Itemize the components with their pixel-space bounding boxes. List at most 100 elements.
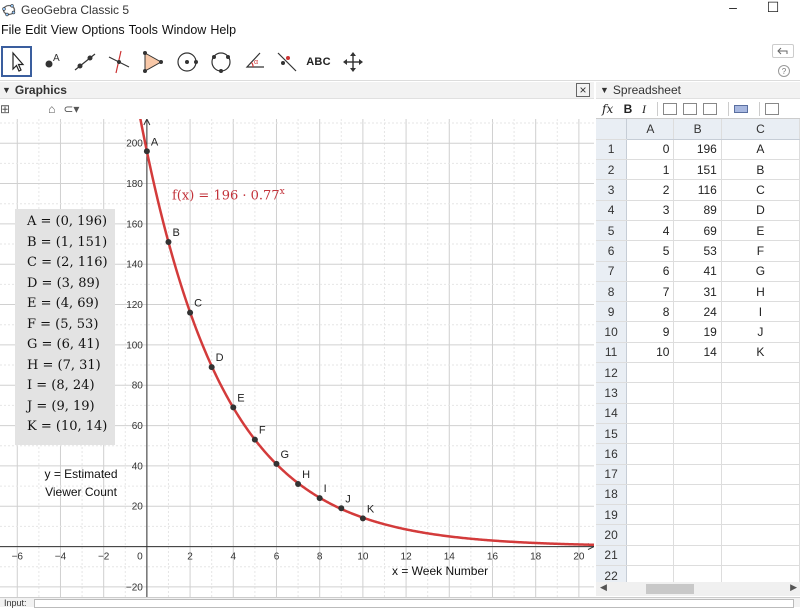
cell-B[interactable]	[673, 565, 722, 582]
cell-A[interactable]: 2	[626, 179, 675, 201]
row-header[interactable]: 8	[596, 281, 628, 303]
cell-C[interactable]	[721, 443, 800, 465]
cell-B[interactable]	[673, 382, 722, 404]
cell-C[interactable]: C	[721, 179, 800, 201]
undo-button[interactable]	[772, 44, 794, 58]
line-tool[interactable]	[69, 46, 100, 77]
cell-A[interactable]: 0	[626, 139, 675, 161]
row-header[interactable]: 19	[596, 504, 628, 526]
x-axis-label[interactable]: x = Week Number	[392, 564, 488, 578]
row-header[interactable]: 7	[596, 261, 628, 282]
menu-options[interactable]: Options	[81, 23, 128, 37]
point-A[interactable]	[143, 148, 150, 155]
maximize-button[interactable]: ☐	[766, 0, 780, 14]
row-header[interactable]: 2	[596, 159, 628, 181]
cell-C[interactable]: I	[721, 301, 800, 323]
cell-B[interactable]: 151	[673, 159, 722, 181]
cell-A[interactable]	[626, 464, 675, 485]
cell-A[interactable]	[626, 403, 675, 424]
cell-B[interactable]	[673, 464, 722, 485]
cell-B[interactable]: 89	[673, 200, 722, 221]
perpendicular-tool[interactable]	[103, 46, 134, 77]
point-J[interactable]	[338, 505, 345, 512]
cell-C[interactable]: J	[721, 321, 800, 343]
cell-B[interactable]: 24	[673, 301, 722, 323]
menu-tools[interactable]: Tools	[128, 23, 161, 37]
cell-B[interactable]	[673, 545, 722, 567]
cell-A[interactable]: 9	[626, 321, 675, 343]
circle-tool[interactable]	[171, 46, 202, 77]
cell-A[interactable]	[626, 524, 675, 546]
row-header[interactable]: 20	[596, 524, 628, 546]
row-header[interactable]: 15	[596, 423, 628, 445]
row-header[interactable]: 3	[596, 179, 628, 201]
cell-A[interactable]	[626, 484, 675, 506]
column-header-C[interactable]: C	[721, 119, 800, 140]
cell-C[interactable]	[721, 423, 800, 445]
cell-A[interactable]	[626, 565, 675, 582]
cell-C[interactable]: H	[721, 281, 800, 303]
cell-B[interactable]	[673, 362, 722, 384]
axes-toggle-icon[interactable]: ⊞	[0, 102, 10, 116]
menu-window[interactable]: Window	[161, 23, 209, 37]
cell-B[interactable]	[673, 484, 722, 506]
collapse-triangle-icon[interactable]: ▼	[2, 85, 11, 95]
point-I[interactable]	[316, 495, 323, 502]
cell-A[interactable]: 4	[626, 220, 675, 242]
cell-C[interactable]	[721, 403, 800, 424]
cell-B[interactable]	[673, 403, 722, 424]
scrollbar-thumb[interactable]	[646, 584, 694, 594]
minimize-button[interactable]: –	[726, 0, 740, 14]
point-G[interactable]	[273, 460, 280, 467]
cell-B[interactable]: 196	[673, 139, 722, 161]
cell-A[interactable]: 5	[626, 240, 675, 262]
spreadsheet-hscrollbar[interactable]: ◀ ▶	[596, 582, 800, 596]
cell-A[interactable]: 8	[626, 301, 675, 323]
fx-button[interactable]: fx	[602, 102, 620, 116]
point-tool[interactable]: A	[35, 46, 66, 77]
cell-B[interactable]: 14	[673, 342, 722, 364]
row-header[interactable]: 10	[596, 321, 628, 343]
point-F[interactable]	[251, 436, 258, 443]
collapse-triangle-icon[interactable]: ▼	[600, 85, 609, 95]
cell-C[interactable]: E	[721, 220, 800, 242]
align-left-icon[interactable]	[663, 103, 677, 115]
cell-C[interactable]: G	[721, 261, 800, 282]
cell-A[interactable]: 10	[626, 342, 675, 364]
row-header[interactable]: 22	[596, 565, 628, 582]
cell-C[interactable]: K	[721, 342, 800, 364]
cell-C[interactable]: B	[721, 159, 800, 181]
point-D[interactable]	[208, 364, 215, 371]
point-H[interactable]	[295, 481, 302, 488]
cell-A[interactable]	[626, 545, 675, 567]
cell-C[interactable]	[721, 504, 800, 526]
menu-view[interactable]: View	[50, 23, 81, 37]
point-E[interactable]	[230, 404, 237, 411]
cell-A[interactable]: 6	[626, 261, 675, 282]
row-header[interactable]: 13	[596, 382, 628, 404]
row-header[interactable]: 21	[596, 545, 628, 567]
row-header[interactable]: 18	[596, 484, 628, 506]
menu-edit[interactable]: Edit	[24, 23, 50, 37]
background-color-icon[interactable]	[734, 105, 748, 113]
cell-C[interactable]	[721, 484, 800, 506]
scroll-right-icon[interactable]: ▶	[790, 582, 797, 593]
row-header[interactable]: 1	[596, 139, 628, 161]
scroll-left-icon[interactable]: ◀	[600, 582, 607, 593]
cell-A[interactable]	[626, 362, 675, 384]
bold-button[interactable]: B	[620, 102, 636, 116]
cell-A[interactable]	[626, 382, 675, 404]
help-button[interactable]: ?	[778, 65, 790, 77]
border-icon[interactable]	[765, 103, 779, 115]
point-C[interactable]	[187, 309, 194, 316]
cell-B[interactable]: 31	[673, 281, 722, 303]
close-graphics-button[interactable]: ×	[576, 83, 590, 97]
cell-A[interactable]: 7	[626, 281, 675, 303]
menu-help[interactable]: Help	[209, 23, 239, 37]
align-right-icon[interactable]	[703, 103, 717, 115]
cell-A[interactable]: 1	[626, 159, 675, 181]
cell-C[interactable]	[721, 524, 800, 546]
circle-three-points-tool[interactable]	[205, 46, 236, 77]
cell-B[interactable]: 53	[673, 240, 722, 262]
row-header[interactable]: 6	[596, 240, 628, 262]
